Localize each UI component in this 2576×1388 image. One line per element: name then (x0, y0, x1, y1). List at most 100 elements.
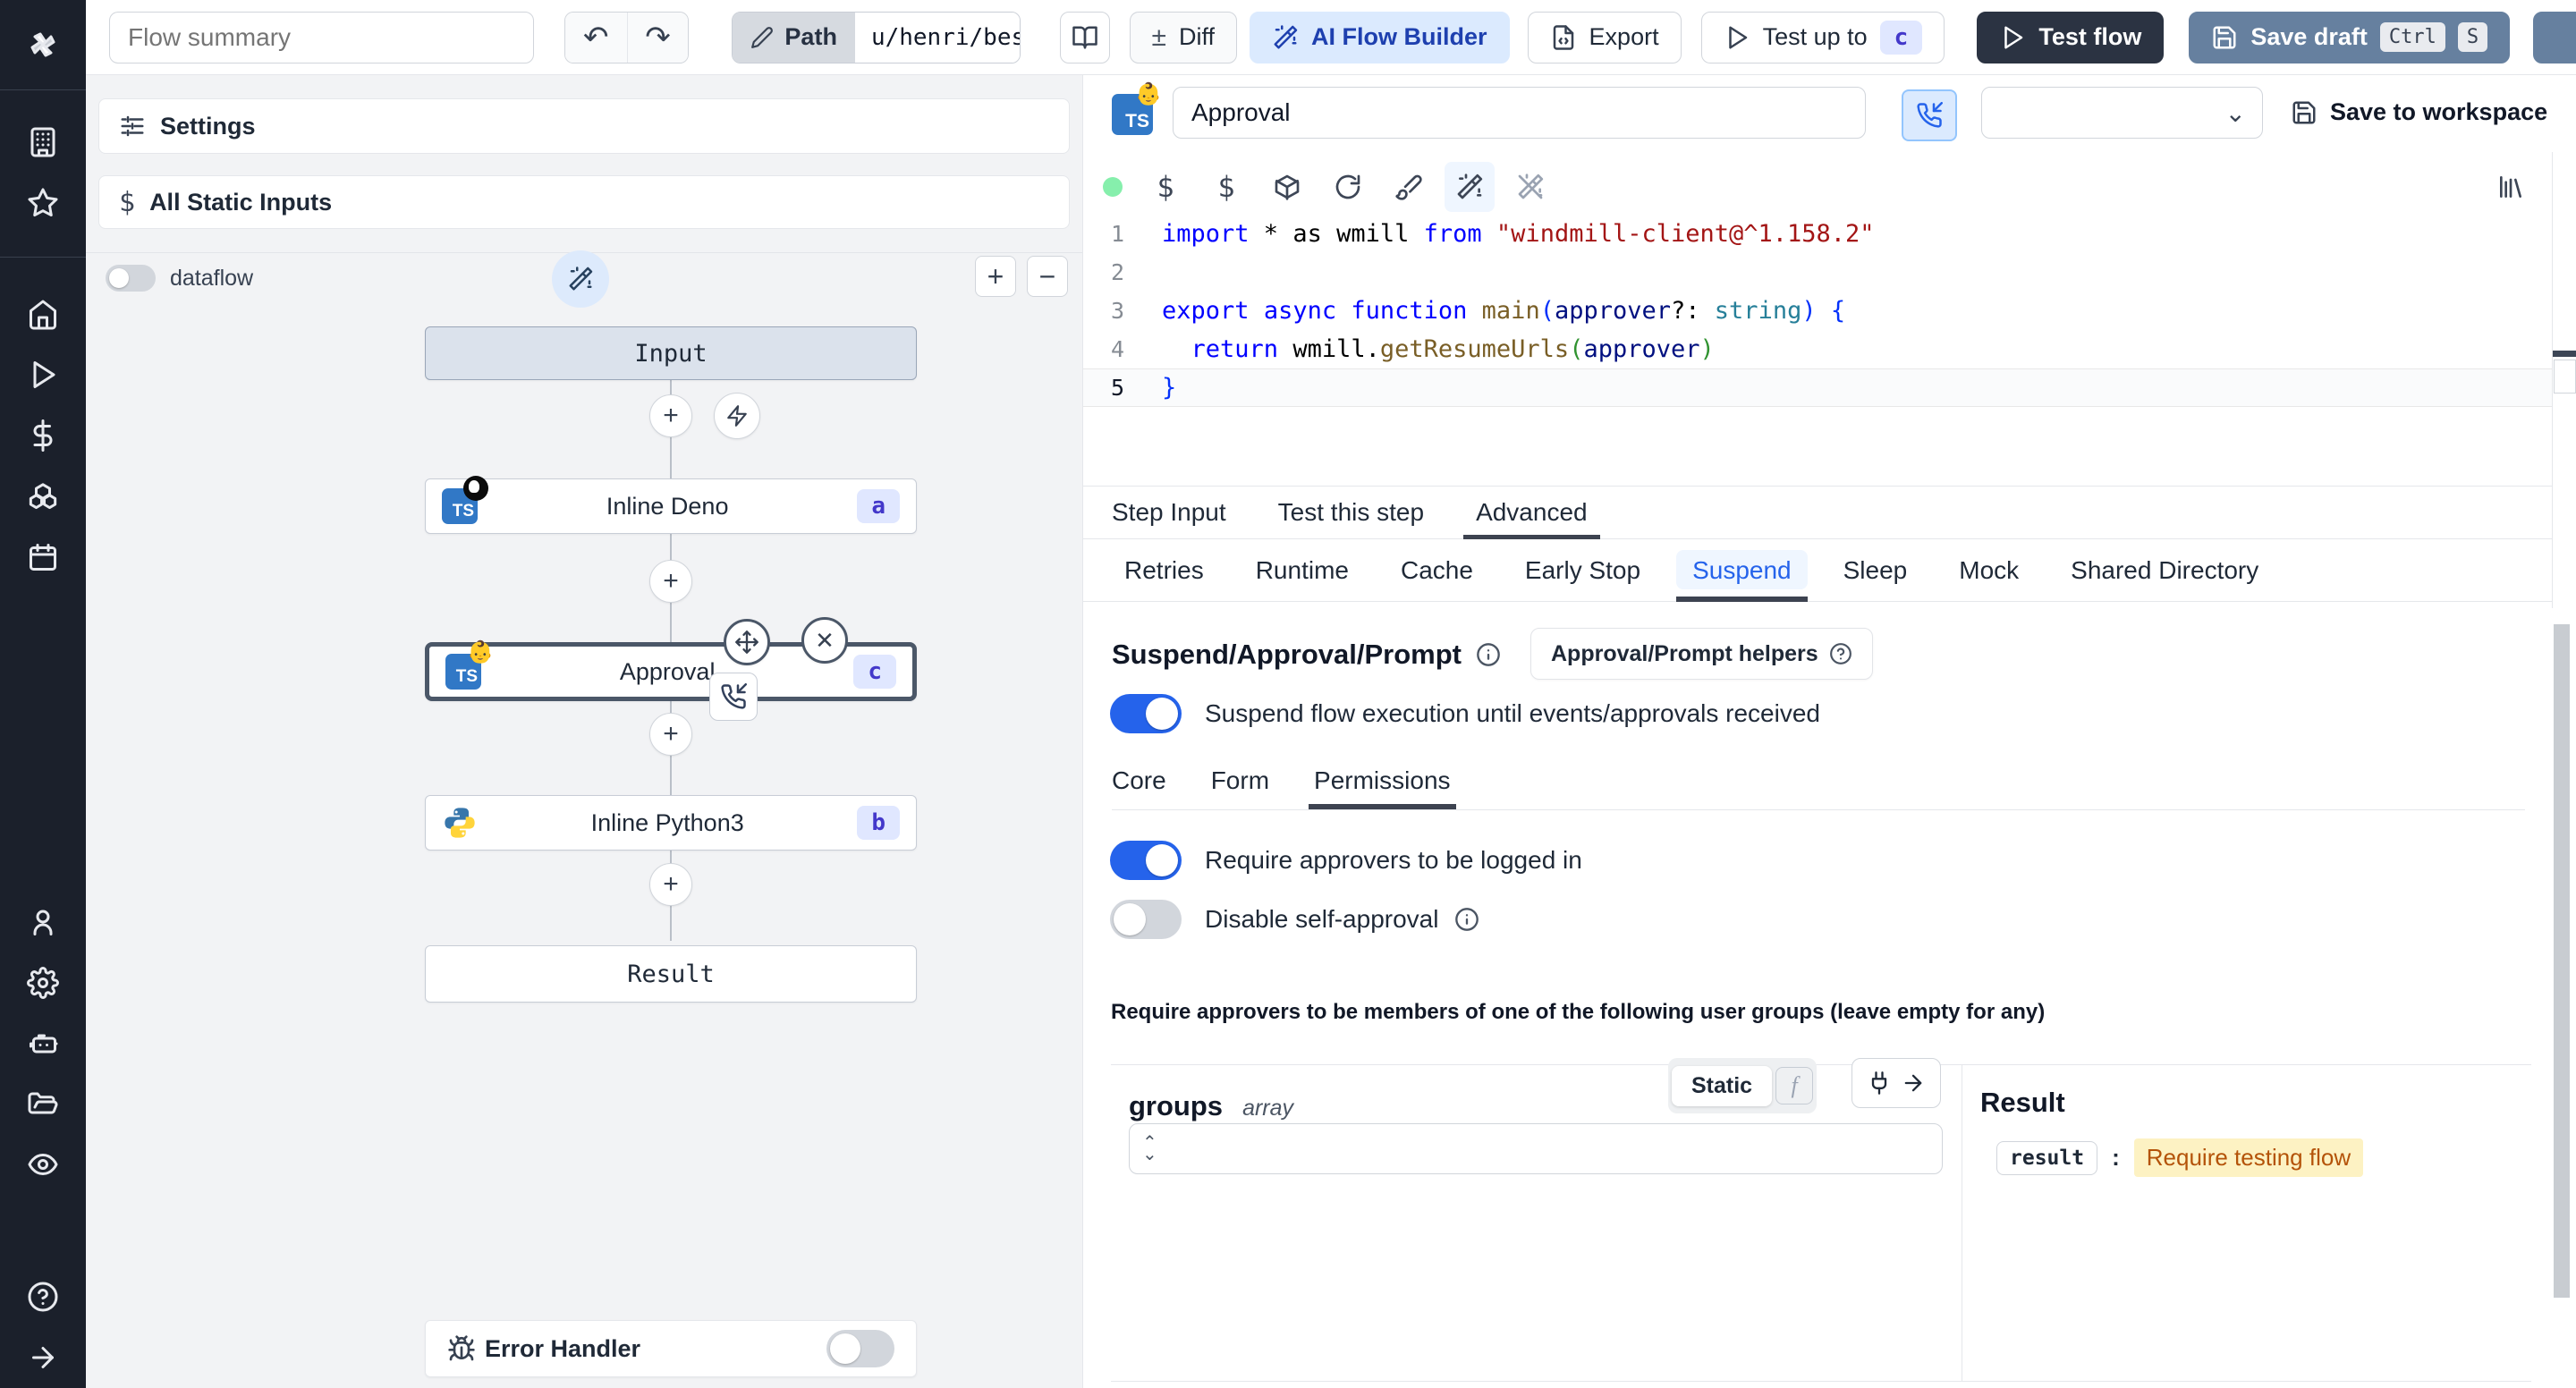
tab-advanced[interactable]: Advanced (1463, 486, 1600, 539)
package-button[interactable] (1262, 162, 1312, 212)
result-value: Require testing flow (2133, 1138, 2364, 1177)
ai-graph-button[interactable] (552, 250, 609, 308)
sidebar-item-users[interactable] (0, 892, 86, 952)
sidebar-item-runs[interactable] (0, 344, 86, 405)
reload-button[interactable] (1323, 162, 1373, 212)
assets-button[interactable]: $ (1140, 162, 1191, 212)
docs-button[interactable] (1059, 11, 1110, 63)
groups-field-header: groups array (1129, 1090, 1293, 1122)
plus-icon: + (663, 719, 679, 749)
zoom-in-button[interactable]: + (975, 256, 1016, 297)
save-icon (2213, 26, 2236, 48)
tab-step-input[interactable]: Step Input (1112, 486, 1226, 539)
flow-node-inline-python[interactable]: Inline Python3 b (425, 795, 917, 851)
tab-permissions[interactable]: Permissions (1309, 751, 1457, 809)
error-handler-row[interactable]: Error Handler (425, 1320, 917, 1377)
tab-test-this-step[interactable]: Test this step (1278, 486, 1424, 539)
add-step-button[interactable]: + (649, 394, 692, 437)
windmill-logo-icon[interactable] (0, 0, 86, 89)
approval-prompt-helpers-button[interactable]: Approval/Prompt helpers (1530, 628, 1873, 680)
move-step-button[interactable] (724, 619, 770, 665)
add-step-button[interactable]: + (649, 713, 692, 756)
node-label: Inline Python3 (590, 808, 744, 836)
sidebar-item-folders[interactable] (0, 1074, 86, 1135)
script-version-select[interactable]: ⌄ (1981, 87, 2263, 139)
tab-cache[interactable]: Cache (1385, 539, 1489, 602)
sidebar-item-workspace[interactable] (0, 112, 86, 173)
tab-runtime[interactable]: Runtime (1240, 539, 1365, 602)
sidebar-item-workers[interactable] (0, 1013, 86, 1074)
tab-shared-directory[interactable]: Shared Directory (2055, 539, 2275, 602)
tab-form[interactable]: Form (1211, 751, 1269, 809)
suspend-settings-button[interactable] (1902, 89, 1957, 141)
undo-button[interactable]: ↶ (564, 12, 627, 63)
tab-sleep[interactable]: Sleep (1827, 539, 1924, 602)
connect-input-button[interactable] (1852, 1058, 1941, 1108)
tab-suspend[interactable]: Suspend (1676, 539, 1808, 602)
add-step-button[interactable]: + (649, 863, 692, 906)
sidebar-item-schedules[interactable] (0, 527, 86, 588)
tab-retries[interactable]: Retries (1108, 539, 1220, 602)
editor-overview-ruler[interactable] (2552, 152, 2576, 608)
export-button[interactable]: Export (1527, 11, 1682, 63)
flow-node-input[interactable]: Input (425, 326, 917, 380)
tab-mock[interactable]: Mock (1943, 539, 2035, 602)
zoom-out-button[interactable]: − (1027, 256, 1068, 297)
error-handler-toggle[interactable] (826, 1330, 894, 1367)
diff-button[interactable]: ± Diff (1129, 11, 1238, 63)
collapse-sidebar-icon[interactable] (0, 1327, 86, 1388)
tab-early-stop[interactable]: Early Stop (1509, 539, 1657, 602)
require-logged-in-toggle[interactable] (1110, 841, 1182, 880)
flow-settings-button[interactable]: Settings (98, 98, 1070, 154)
sidebar-item-settings[interactable] (0, 952, 86, 1013)
sidebar-divider (0, 89, 86, 90)
python-icon (442, 805, 478, 841)
path-button[interactable]: Path (733, 12, 855, 63)
all-static-inputs-button[interactable]: $ All Static Inputs (98, 175, 1070, 229)
add-step-button[interactable]: + (649, 560, 692, 603)
file-export-icon (1553, 24, 1573, 50)
variables-button[interactable]: $ (1201, 162, 1251, 212)
deploy-button[interactable] (2533, 11, 2576, 63)
test-flow-button[interactable]: Test flow (1977, 11, 2165, 63)
result-key-chip[interactable]: result (1996, 1140, 2098, 1175)
ai-flow-builder-button[interactable]: AI Flow Builder (1250, 11, 1510, 63)
scrollbar[interactable] (2554, 624, 2570, 1298)
library-button[interactable] (2486, 162, 2536, 212)
save-draft-button[interactable]: Save draft Ctrl S (2189, 11, 2511, 63)
flow-node-inline-deno[interactable]: TS Inline Deno a (425, 476, 917, 534)
test-up-to-button[interactable]: Test up to c (1700, 11, 1945, 63)
suspend-indicator-button[interactable] (709, 673, 758, 721)
save-to-workspace-button[interactable]: Save to workspace (2291, 98, 2547, 126)
sidebar-item-favorites[interactable] (0, 173, 86, 233)
javascript-mode-button[interactable]: f (1775, 1067, 1814, 1104)
redo-button[interactable]: ↷ (626, 12, 689, 63)
tab-core[interactable]: Core (1112, 751, 1166, 809)
path-value[interactable]: u/henri/bes (854, 12, 1020, 63)
static-mode-button[interactable]: Static (1672, 1065, 1773, 1106)
code-editor[interactable]: 1 import * as wmill from "windmill-client… (1083, 215, 2552, 407)
ai-assistant-button[interactable] (1445, 162, 1495, 212)
ai-off-button[interactable] (1505, 162, 1555, 212)
groups-result-panel: groups array Static f ⌃ ⌄ Result result :… (1111, 1058, 2531, 1382)
delete-step-button[interactable]: ✕ (801, 617, 848, 664)
disable-self-approval-toggle[interactable] (1110, 900, 1182, 939)
suspend-toggle[interactable] (1110, 694, 1182, 733)
flow-summary-input[interactable] (109, 11, 534, 63)
dataflow-toggle[interactable] (106, 265, 156, 292)
sidebar-item-home[interactable] (0, 284, 86, 345)
flow-node-result[interactable]: Result (425, 945, 917, 1003)
dataflow-control: dataflow (106, 265, 253, 292)
format-button[interactable] (1384, 162, 1434, 212)
trigger-button[interactable] (714, 393, 760, 439)
sidebar-item-variables[interactable] (0, 405, 86, 466)
pencil-icon (751, 26, 774, 48)
help-icon[interactable] (0, 1266, 86, 1327)
sidebar-item-audit-logs[interactable] (0, 1134, 86, 1195)
groups-array-input[interactable]: ⌃ ⌄ (1129, 1123, 1943, 1174)
phone-incoming-icon (1917, 102, 1943, 128)
helpers-label: Approval/Prompt helpers (1551, 640, 1818, 666)
disable-self-approval-row: Disable self-approval (1110, 900, 1479, 939)
sidebar-item-resources[interactable] (0, 466, 86, 527)
step-name-input[interactable] (1173, 87, 1866, 139)
